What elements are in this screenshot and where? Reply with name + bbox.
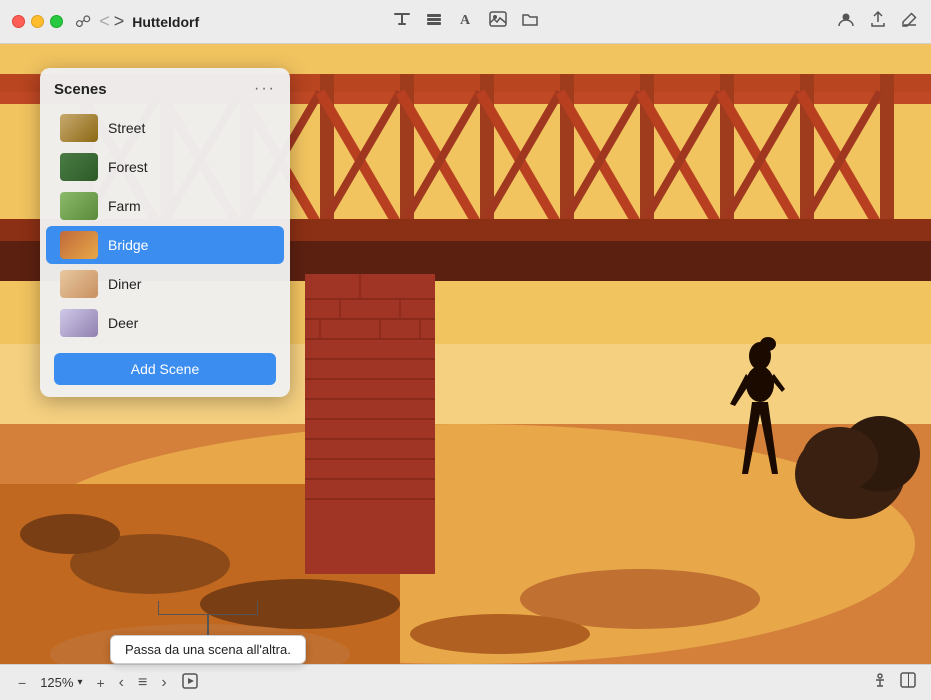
image-tool-button[interactable] [489,10,507,33]
titlebar: ☍ < > Hutteldorf A [0,0,931,44]
type-tool-button[interactable]: A [457,10,475,33]
zoom-value: 125% [40,675,73,690]
nav-left-button[interactable]: ‹ [115,672,128,694]
scene-label-diner: Diner [108,276,141,292]
scene-item-farm[interactable]: Farm [46,187,284,225]
scene-label-forest: Forest [108,159,148,175]
scene-thumb-bridge [60,231,98,259]
nav-right-button[interactable]: › [157,672,170,694]
bottom-left-controls: − 125% ▾ + ‹ ≡ › [14,670,203,695]
scene-thumb-street [60,114,98,142]
zoom-minus-button[interactable]: − [14,673,30,693]
scene-thumb-farm [60,192,98,220]
back-button[interactable]: < [99,11,110,32]
bottom-toolbar: − 125% ▾ + ‹ ≡ › [0,664,931,700]
scene-item-street[interactable]: Street [46,109,284,147]
fullscreen-button[interactable] [50,15,63,28]
view-toggle-icon[interactable] [899,671,917,694]
text-tool-button[interactable] [393,10,411,33]
scenes-panel: Scenes ··· Street Forest Farm Bridge Diner De… [40,68,290,397]
scenes-header: Scenes ··· [40,80,290,108]
nav-buttons: < > [99,11,124,32]
layers-tool-button[interactable] [425,10,443,33]
scene-item-forest[interactable]: Forest [46,148,284,186]
forward-button[interactable]: > [114,11,125,32]
nav-list-button[interactable]: ≡ [134,672,151,694]
scene-item-deer[interactable]: Deer [46,304,284,342]
accessibility-icon[interactable] [871,671,889,694]
zoom-chevron-icon: ▾ [77,677,82,688]
scene-label-bridge: Bridge [108,237,148,253]
minimize-button[interactable] [31,15,44,28]
svg-text:A: A [460,13,471,28]
add-scene-button[interactable]: Add Scene [54,353,276,385]
zoom-plus-button[interactable]: + [92,673,108,693]
scene-item-bridge[interactable]: Bridge [46,226,284,264]
edit-icon[interactable] [901,10,919,33]
play-button[interactable] [177,670,203,695]
zoom-display[interactable]: 125% ▾ [36,674,86,691]
titlebar-right-actions [837,10,919,33]
scene-thumb-diner [60,270,98,298]
document-title: Hutteldorf [132,14,199,30]
scene-thumb-forest [60,153,98,181]
user-icon[interactable] [837,10,855,33]
scene-thumb-deer [60,309,98,337]
scene-item-diner[interactable]: Diner [46,265,284,303]
scene-label-deer: Deer [108,315,138,331]
sidebar-toggle-button[interactable]: ☍ [75,12,91,32]
toolbar-tools: A [393,10,539,33]
scene-label-street: Street [108,120,145,136]
scenes-more-button[interactable]: ··· [254,80,276,98]
folder-tool-button[interactable] [521,10,539,33]
bottom-right-controls [871,671,917,694]
scene-label-farm: Farm [108,198,141,214]
scenes-list: Street Forest Farm Bridge Diner Deer [40,109,290,342]
traffic-lights [12,15,63,28]
scenes-title: Scenes [54,81,107,98]
main-canvas-area: Scenes ··· Street Forest Farm Bridge Diner De… [0,44,931,664]
close-button[interactable] [12,15,25,28]
share-icon[interactable] [869,10,887,33]
